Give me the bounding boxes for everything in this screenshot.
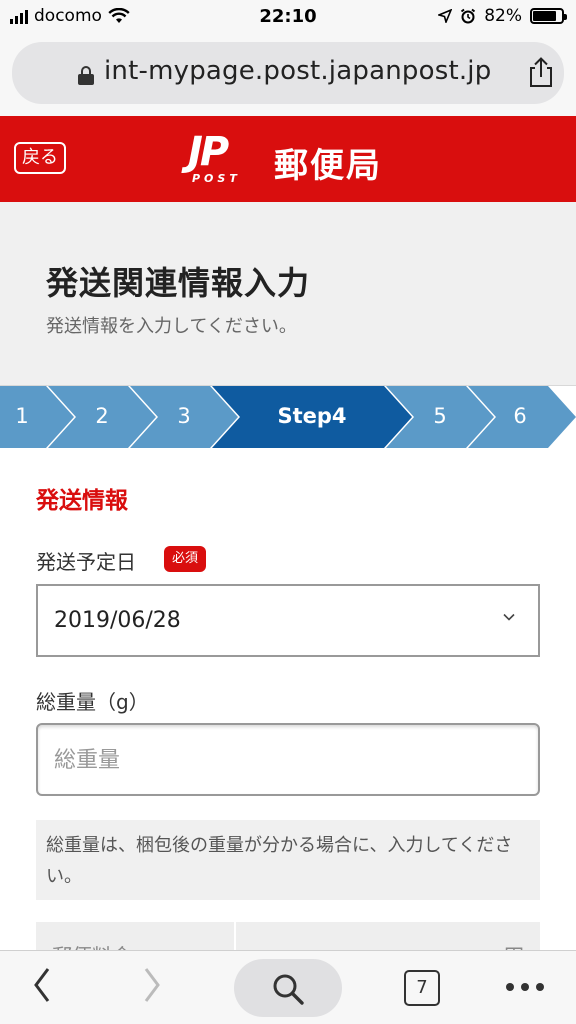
site-header: 戻る JP POST 郵便局 — [0, 116, 576, 202]
step-1-label: 1 — [15, 404, 29, 428]
page-title: 発送関連情報入力 — [46, 264, 311, 302]
search-button[interactable] — [234, 959, 342, 1017]
required-badge: 必須 — [164, 546, 207, 572]
step-2-label: 2 — [95, 404, 109, 428]
logo-sub: POST — [192, 172, 241, 185]
search-icon — [273, 974, 304, 1005]
title-area: 発送関連情報入力 発送情報を入力してください。 — [0, 202, 576, 386]
ship-date-value: 2019/06/28 — [54, 608, 181, 633]
logo-mark: JP — [188, 129, 229, 175]
tabs-button[interactable]: 7 — [404, 970, 440, 1006]
share-icon[interactable] — [526, 56, 556, 88]
weight-help-text: 総重量は、梱包後の重量が分かる場合に、入力してください。 — [36, 820, 540, 900]
chevron-down-icon — [503, 613, 515, 621]
step-5-label: 5 — [433, 404, 447, 428]
weight-label: 総重量（g） — [36, 690, 149, 714]
lock-icon — [78, 66, 94, 85]
alarm-icon — [461, 8, 476, 24]
step-4-label: Step4 — [277, 404, 347, 428]
section-title: 発送情報 — [36, 488, 128, 514]
address-bar[interactable]: int-mypage.post.japanpost.jp — [12, 42, 564, 104]
forward-arrow-icon[interactable] — [140, 965, 164, 1005]
step-progress: 1 2 3 Step4 5 6 — [0, 386, 576, 448]
japanpost-logo: JP POST 郵便局 — [188, 130, 398, 190]
ship-date-select[interactable]: 2019/06/28 — [36, 584, 540, 657]
more-icon[interactable] — [504, 981, 546, 993]
page-subtitle: 発送情報を入力してください。 — [46, 316, 297, 337]
step-6-label: 6 — [513, 404, 527, 428]
logo-name: 郵便局 — [274, 146, 382, 186]
weight-input[interactable] — [54, 745, 514, 775]
battery-icon — [530, 8, 567, 24]
weight-field[interactable] — [36, 723, 540, 796]
url-text[interactable]: int-mypage.post.japanpost.jp — [104, 56, 491, 86]
browser-toolbar: 7 — [0, 950, 576, 1024]
ship-date-label: 発送予定日 — [36, 550, 136, 574]
status-right: 82% — [438, 6, 567, 26]
back-arrow-icon[interactable] — [30, 965, 54, 1005]
location-arrow-icon — [438, 9, 453, 23]
browser-address-area: int-mypage.post.japanpost.jp — [0, 34, 576, 116]
status-bar: docomo 22:10 82% — [0, 0, 576, 34]
battery-percent: 82% — [484, 6, 522, 26]
step-3-label: 3 — [177, 404, 191, 428]
back-button[interactable]: 戻る — [14, 142, 66, 174]
